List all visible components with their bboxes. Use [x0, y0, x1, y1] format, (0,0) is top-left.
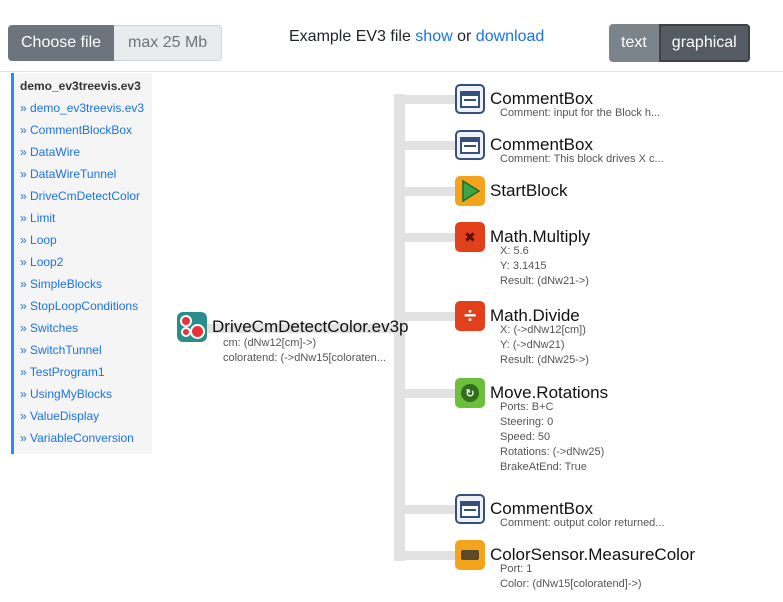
bullet-icon: » — [20, 123, 31, 137]
bullet-icon: » — [20, 189, 31, 203]
divide-icon: ÷ — [455, 301, 485, 331]
sidebar-file-label: demo_ev3treevis.ev3 — [30, 101, 145, 115]
bullet-icon: » — [20, 167, 31, 181]
block-param: X: 5.6 — [500, 245, 529, 257]
block-param: Result: (dNw25->) — [500, 354, 589, 366]
bullet-icon: » — [20, 101, 31, 115]
sidebar-file-link[interactable]: » DataWireTunnel — [20, 167, 116, 181]
comment-icon — [455, 130, 485, 160]
comment-icon — [455, 494, 485, 524]
program-param: cm: (dNw12[cm]->) — [223, 337, 317, 349]
sidebar-file-label: Limit — [30, 211, 56, 225]
show-example-link[interactable]: show — [415, 28, 452, 45]
sidebar-file-link[interactable]: » demo_ev3treevis.ev3 — [20, 101, 144, 115]
block-param: Comment: This block drives X c... — [500, 153, 664, 165]
block-param: Port: 1 — [500, 563, 533, 575]
view-toggle[interactable]: text graphical — [609, 24, 750, 62]
sidebar-file-link[interactable]: » CommentBlockBox — [20, 123, 132, 137]
sidebar-file-link[interactable]: » SimpleBlocks — [20, 277, 102, 291]
tree-branch — [400, 187, 456, 196]
tree-branch — [400, 141, 456, 150]
block-param: Color: (dNw15[coloratend]->) — [500, 578, 642, 590]
program-param: coloratend: (->dNw15[coloraten... — [223, 352, 386, 364]
header-divider — [0, 71, 783, 72]
sidebar-file-link[interactable]: » DataWire — [20, 145, 80, 159]
bullet-icon: » — [20, 233, 31, 247]
sidebar-file-link[interactable]: » Loop2 — [20, 255, 63, 269]
tree-branch — [400, 312, 456, 321]
graphical-view-button[interactable]: graphical — [658, 24, 750, 62]
tree-branch — [400, 505, 456, 514]
bullet-icon: » — [20, 321, 31, 335]
bullet-icon: » — [20, 255, 31, 269]
tree-branch — [400, 233, 456, 242]
block-param: Y: 3.1415 — [500, 260, 547, 272]
color-sensor-icon — [455, 540, 485, 570]
bullet-icon: » — [20, 431, 31, 445]
sidebar-file-link[interactable]: » Loop — [20, 233, 57, 247]
choose-file-button[interactable]: Choose file — [8, 25, 115, 61]
text-view-button[interactable]: text — [609, 24, 659, 62]
tree-branch — [400, 389, 456, 398]
sidebar-file-label: Switches — [30, 321, 79, 335]
bullet-icon: » — [20, 299, 31, 313]
block-title[interactable]: StartBlock — [490, 181, 567, 201]
block-param: Rotations: (->dNw25) — [500, 446, 605, 458]
tree-branch — [400, 551, 456, 560]
sidebar-file-label: TestProgram1 — [29, 365, 105, 379]
block-param: Comment: input for the Block h... — [500, 107, 661, 119]
bullet-icon: » — [20, 343, 31, 357]
bullet-icon: » — [20, 277, 31, 291]
example-prefix: Example EV3 file — [289, 28, 411, 45]
sidebar-file-link[interactable]: » VariableConversion — [20, 431, 134, 445]
sidebar-file-link[interactable]: » DriveCmDetectColor — [20, 189, 140, 203]
sidebar-file-link[interactable]: » Limit — [20, 211, 55, 225]
example-or: or — [457, 28, 472, 45]
block-param: Y: (->dNw21) — [500, 339, 565, 351]
max-size-label: max 25 Mb — [114, 25, 223, 61]
tree-branch — [400, 95, 456, 104]
block-param: BrakeAtEnd: True — [500, 461, 587, 473]
sidebar-file-link[interactable]: » StopLoopConditions — [20, 299, 138, 313]
program-icon — [177, 312, 207, 342]
sidebar-title: demo_ev3treevis.ev3 — [20, 79, 141, 93]
sidebar-file-label: VariableConversion — [30, 431, 134, 445]
multiply-icon: ✖ — [455, 222, 485, 252]
sidebar-file-label: DataWire — [30, 145, 81, 159]
download-example-link[interactable]: download — [476, 28, 545, 45]
bullet-icon: » — [20, 409, 31, 423]
sidebar-file-label: CommentBlockBox — [30, 123, 133, 137]
sidebar-file-label: Loop2 — [30, 255, 64, 269]
program-title[interactable]: DriveCmDetectColor.ev3p — [212, 317, 409, 337]
bullet-icon: » — [20, 365, 30, 379]
sidebar-file-link[interactable]: » TestProgram1 — [20, 365, 105, 379]
comment-icon — [455, 84, 485, 114]
sidebar-file-link[interactable]: » SwitchTunnel — [20, 343, 102, 357]
start-icon — [455, 176, 485, 206]
sidebar-file-label: UsingMyBlocks — [30, 387, 113, 401]
sidebar-file-label: DataWireTunnel — [30, 167, 117, 181]
sidebar-file-label: Loop — [30, 233, 57, 247]
block-param: Steering: 0 — [500, 416, 554, 428]
move-icon: ↻ — [455, 378, 485, 408]
sidebar-file-label: SwitchTunnel — [30, 343, 102, 357]
bullet-icon: » — [20, 387, 31, 401]
sidebar-file-link[interactable]: » UsingMyBlocks — [20, 387, 112, 401]
block-param: X: (->dNw12[cm]) — [500, 324, 586, 336]
file-upload-group[interactable]: Choose file max 25 Mb — [8, 25, 223, 61]
file-sidebar: demo_ev3treevis.ev3 » demo_ev3treevis.ev… — [11, 73, 152, 454]
block-param: Ports: B+C — [500, 401, 554, 413]
block-param: Result: (dNw21->) — [500, 275, 589, 287]
block-param: Comment: output color returned... — [500, 517, 665, 529]
sidebar-file-label: SimpleBlocks — [30, 277, 103, 291]
bullet-icon: » — [20, 145, 31, 159]
example-file-line: Example EV3 file show or download — [289, 27, 544, 47]
sidebar-file-label: DriveCmDetectColor — [30, 189, 141, 203]
sidebar-file-label: ValueDisplay — [30, 409, 100, 423]
bullet-icon: » — [20, 211, 31, 225]
sidebar-file-link[interactable]: » Switches — [20, 321, 78, 335]
block-param: Speed: 50 — [500, 431, 551, 443]
sidebar-file-link[interactable]: » ValueDisplay — [20, 409, 99, 423]
sidebar-file-label: StopLoopConditions — [30, 299, 139, 313]
